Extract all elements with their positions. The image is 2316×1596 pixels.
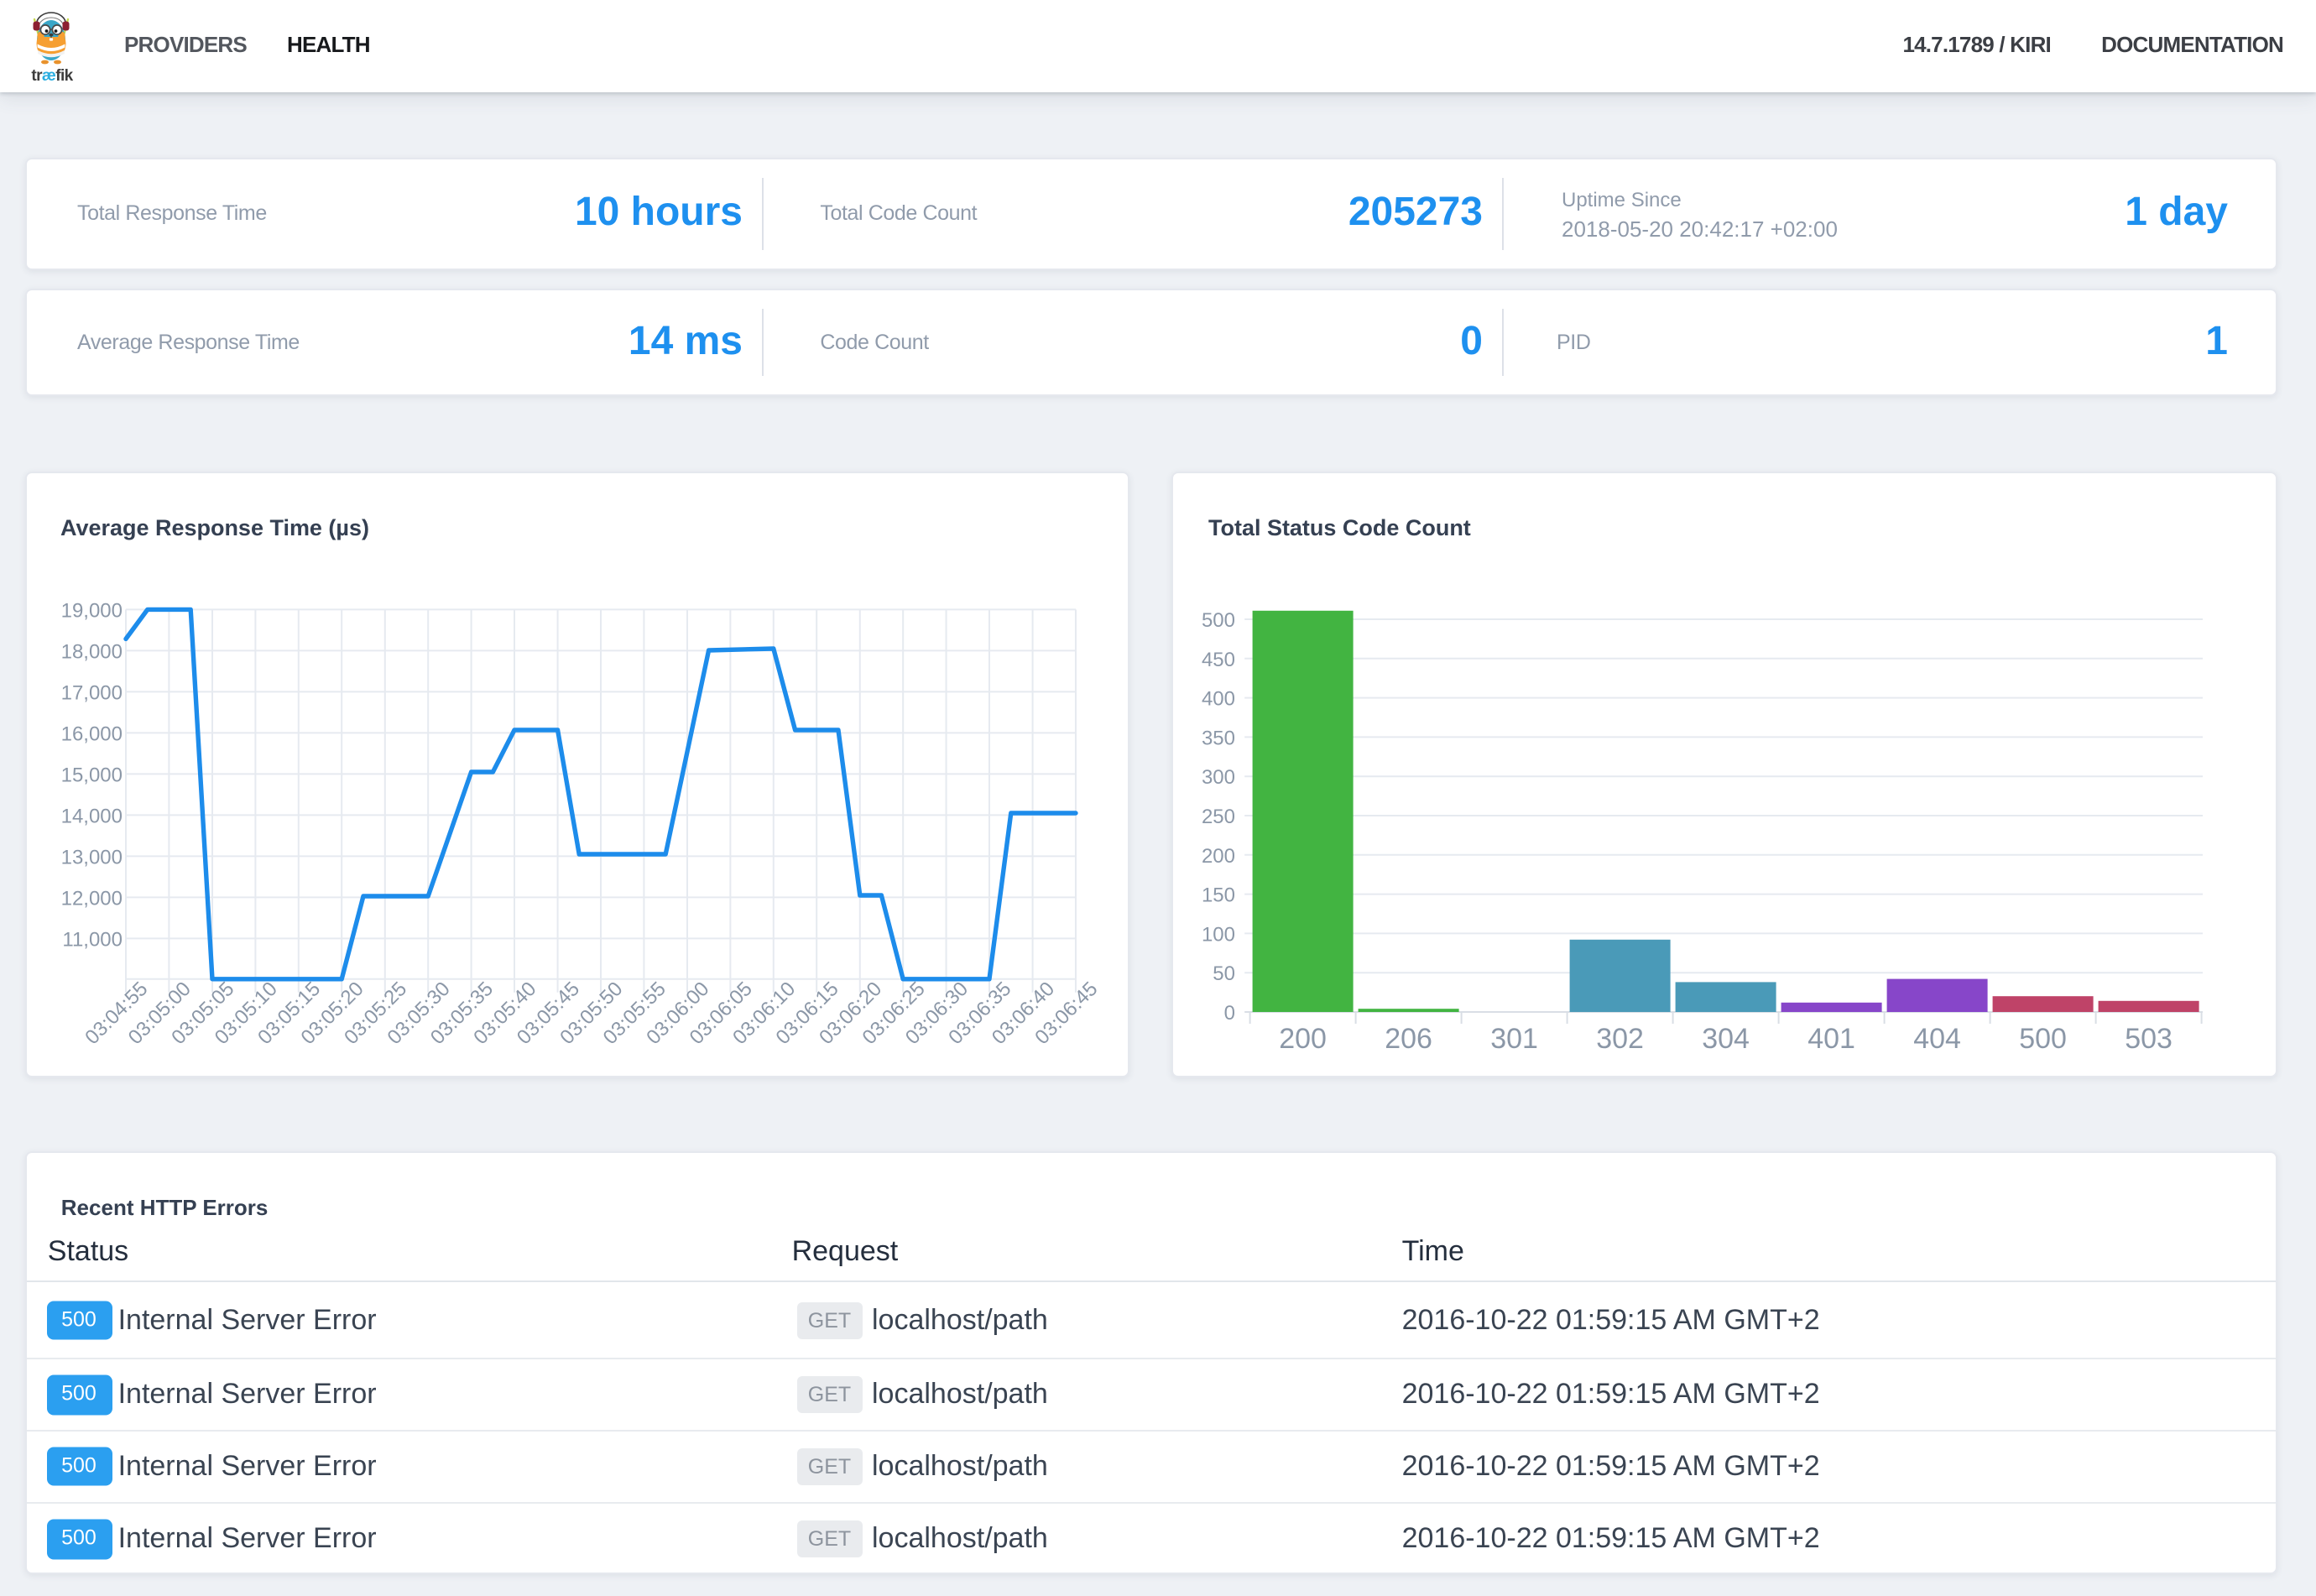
svg-text:503: 503 bbox=[2125, 1023, 2173, 1055]
svg-text:250: 250 bbox=[1202, 806, 1235, 828]
svg-text:50: 50 bbox=[1213, 962, 1235, 985]
svg-text:Average Response Time (µs): Average Response Time (µs) bbox=[60, 515, 369, 540]
svg-text:350: 350 bbox=[1202, 727, 1235, 749]
svg-text:500: 500 bbox=[1202, 609, 1235, 632]
svg-text:12,000: 12,000 bbox=[61, 887, 123, 910]
svg-text:450: 450 bbox=[1202, 649, 1235, 671]
svg-text:14,000: 14,000 bbox=[61, 805, 123, 827]
svg-text:0: 0 bbox=[1224, 1002, 1235, 1025]
svg-text:19,000: 19,000 bbox=[61, 599, 123, 622]
svg-text:Total Status Code Count: Total Status Code Count bbox=[1208, 515, 1471, 540]
svg-text:11,000: 11,000 bbox=[62, 928, 123, 951]
svg-text:500: 500 bbox=[2019, 1023, 2067, 1055]
svg-text:300: 300 bbox=[1202, 766, 1235, 789]
svg-text:206: 206 bbox=[1385, 1023, 1432, 1055]
svg-text:17,000: 17,000 bbox=[61, 681, 123, 704]
svg-text:401: 401 bbox=[1807, 1023, 1855, 1055]
svg-text:200: 200 bbox=[1279, 1023, 1327, 1055]
svg-text:404: 404 bbox=[1913, 1023, 1961, 1055]
svg-text:400: 400 bbox=[1202, 688, 1235, 711]
svg-text:301: 301 bbox=[1490, 1023, 1538, 1055]
svg-text:150: 150 bbox=[1202, 884, 1235, 907]
svg-text:302: 302 bbox=[1596, 1023, 1644, 1055]
svg-text:100: 100 bbox=[1202, 923, 1235, 946]
svg-text:200: 200 bbox=[1202, 845, 1235, 868]
svg-text:304: 304 bbox=[1702, 1023, 1750, 1055]
svg-text:13,000: 13,000 bbox=[61, 846, 123, 868]
svg-text:18,000: 18,000 bbox=[61, 640, 123, 663]
svg-text:15,000: 15,000 bbox=[61, 764, 123, 786]
svg-text:16,000: 16,000 bbox=[61, 722, 123, 745]
